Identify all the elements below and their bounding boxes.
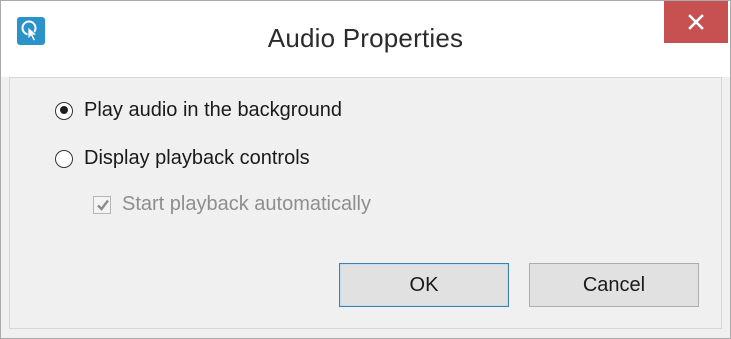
radio-button-selected[interactable]: [55, 101, 73, 120]
ok-button[interactable]: OK: [339, 263, 509, 307]
checkbox-disabled-checked[interactable]: [93, 195, 111, 214]
close-button[interactable]: [664, 1, 728, 43]
checkmark-icon: [97, 199, 109, 211]
radio-label-display-controls: Display playback controls: [84, 147, 310, 169]
radio-play-background[interactable]: Play audio in the background: [55, 99, 342, 122]
checkbox-start-automatically[interactable]: Start playback automatically: [93, 193, 371, 216]
dialog-content: Play audio in the background Display pla…: [9, 77, 722, 329]
radio-display-controls[interactable]: Display playback controls: [55, 147, 310, 170]
title-bar[interactable]: Audio Properties: [1, 1, 730, 77]
radio-label-play-background: Play audio in the background: [84, 99, 342, 121]
audio-properties-dialog: Audio Properties Play audio in the backg…: [0, 0, 731, 339]
cancel-button[interactable]: Cancel: [529, 263, 699, 307]
dialog-title: Audio Properties: [267, 23, 464, 53]
checkbox-label-start-automatically: Start playback automatically: [122, 193, 372, 215]
radio-button-unselected[interactable]: [55, 149, 73, 168]
